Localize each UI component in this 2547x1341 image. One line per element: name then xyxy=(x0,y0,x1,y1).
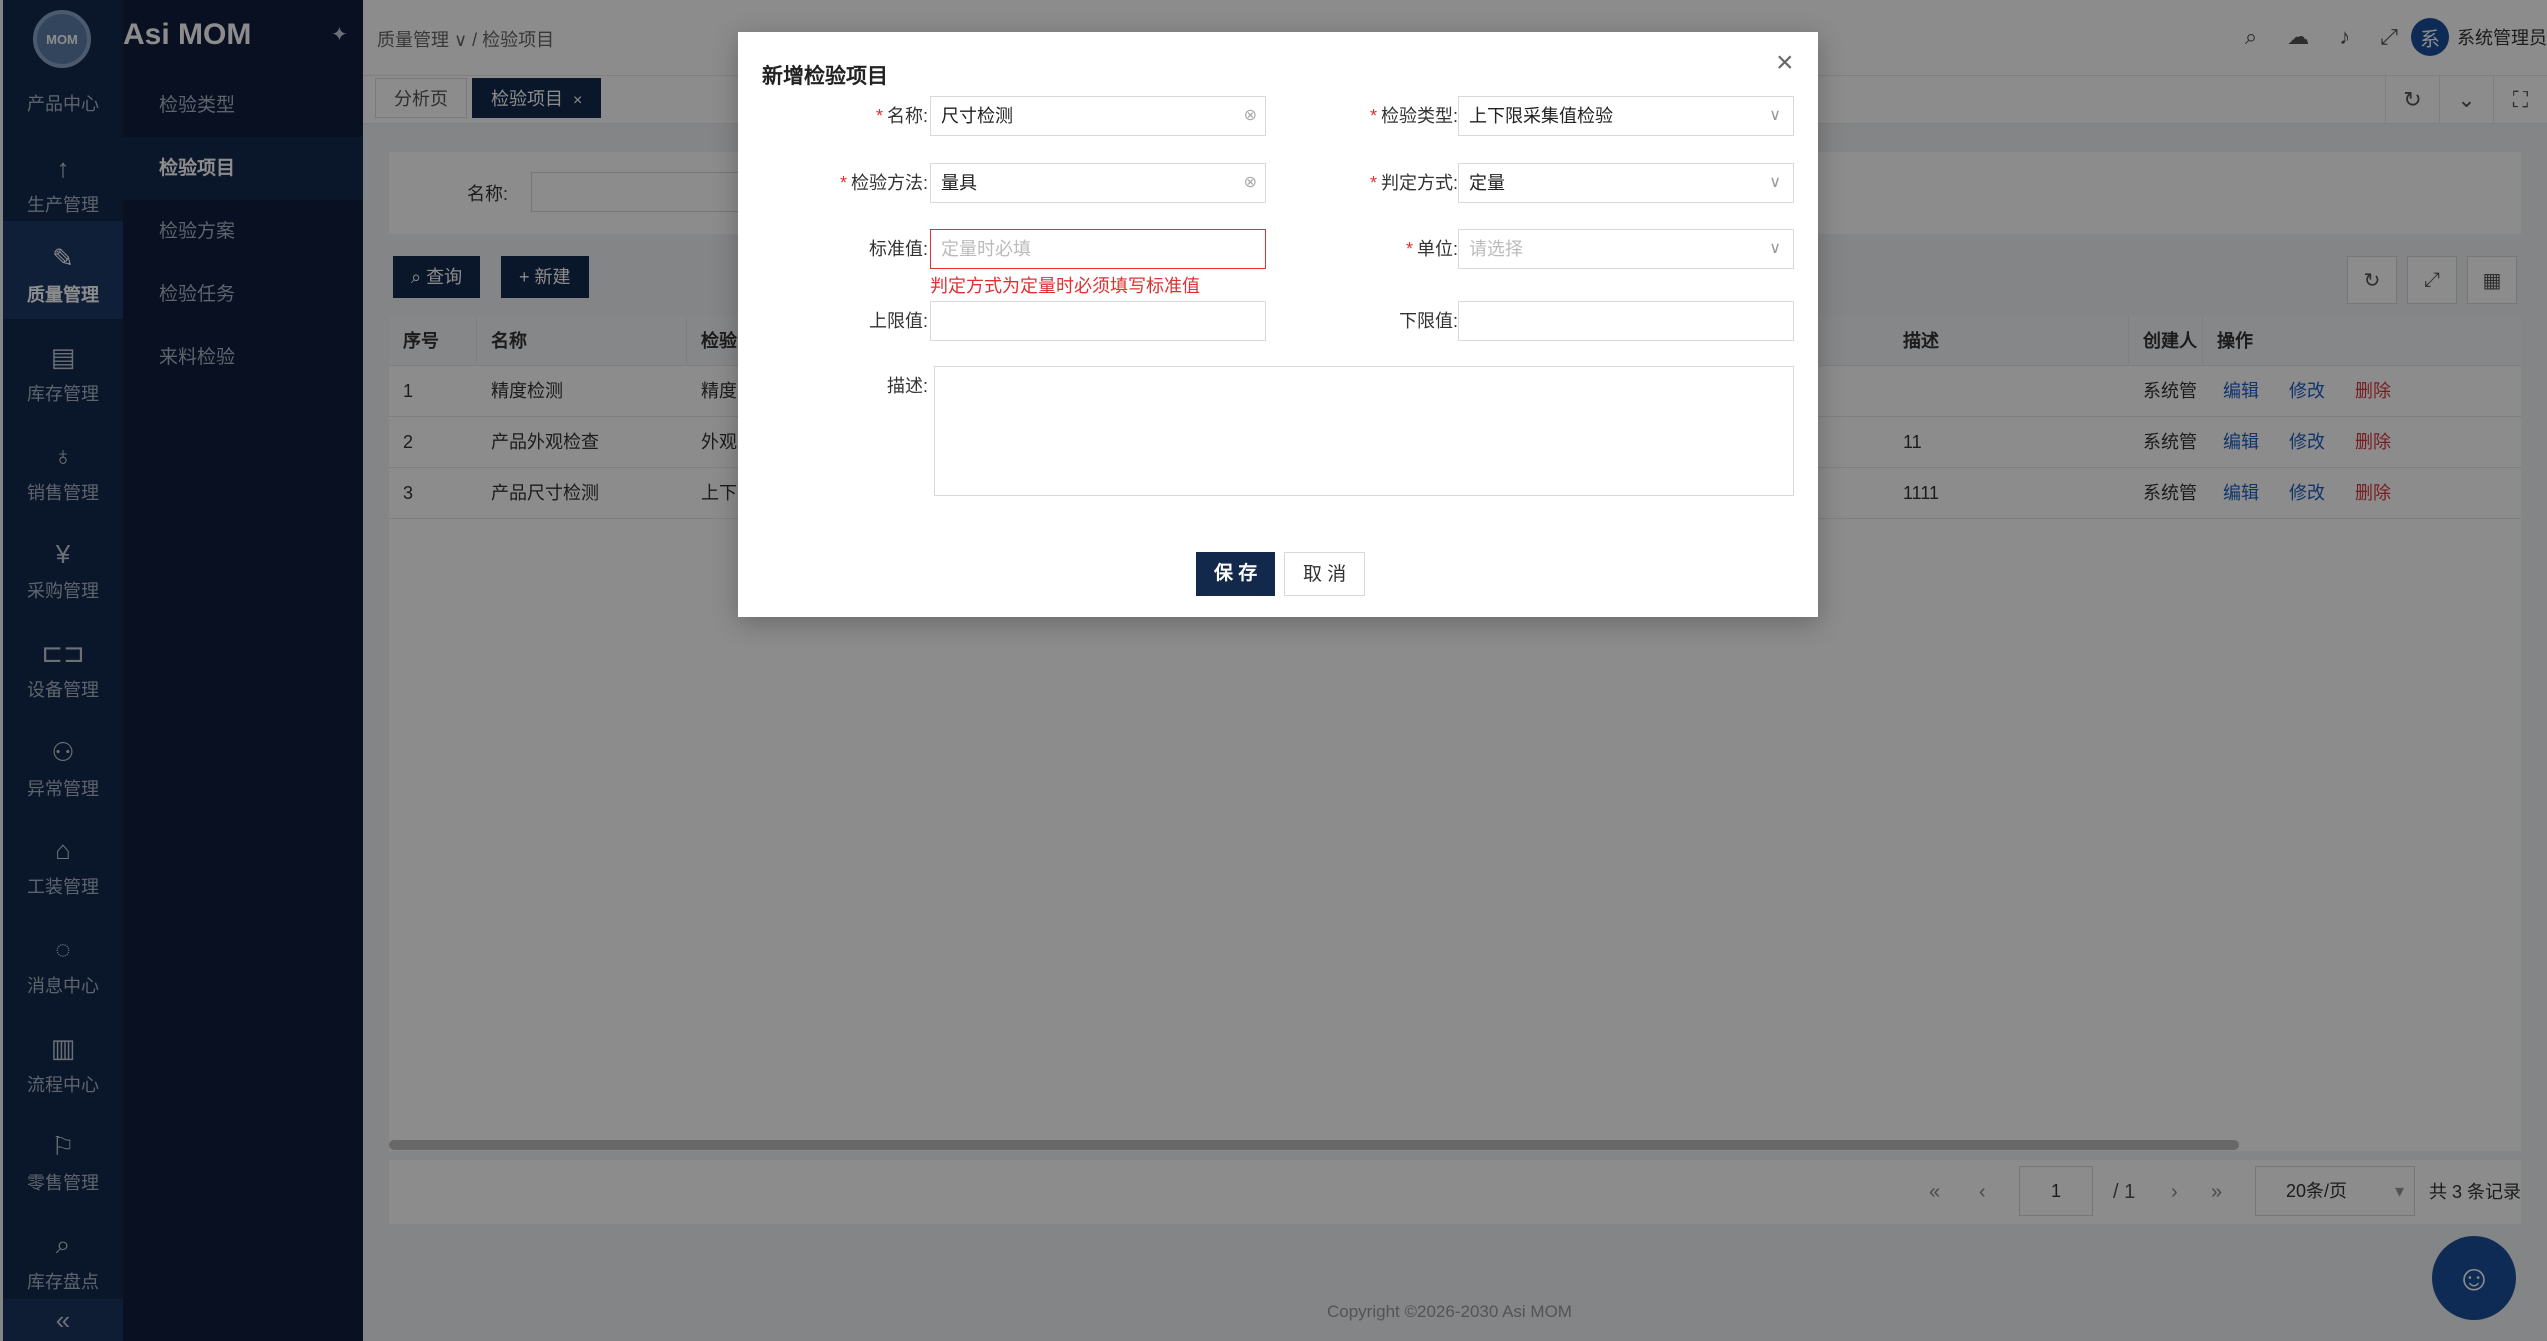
chevron-down-icon: ∨ xyxy=(1769,174,1781,191)
dialog-title: 新增检验项目 xyxy=(762,65,888,88)
save-button[interactable]: 保 存 xyxy=(1196,552,1276,596)
judge-field-label: * 判定方式: xyxy=(1369,173,1458,193)
type-field-label: * 检验类型: xyxy=(1369,106,1458,126)
unit-select[interactable]: 请选择 ∨ xyxy=(1458,229,1794,269)
description-textarea[interactable] xyxy=(934,366,1794,496)
method-input[interactable]: 量具 ⊗ xyxy=(930,163,1266,203)
standard-value-input[interactable]: 定量时必填 xyxy=(930,229,1266,269)
standard-value-error: 判定方式为定量时必须填写标准值 xyxy=(930,276,1200,296)
judge-method-select[interactable]: 定量 ∨ xyxy=(1458,163,1794,203)
description-label: 描述: xyxy=(886,376,928,396)
lower-limit-input[interactable] xyxy=(1458,301,1794,341)
method-field-label: * 检验方法: xyxy=(839,173,928,193)
name-field-label: * 名称: xyxy=(875,106,928,126)
chevron-down-icon: ∨ xyxy=(1769,240,1781,257)
name-input[interactable]: 尺寸检测 ⊗ xyxy=(930,96,1266,136)
clear-icon[interactable]: ⊗ xyxy=(1244,164,1257,202)
new-inspection-item-dialog: 新增检验项目 × * 名称: 尺寸检测 ⊗ * 检验类型: 上下限采集值检验 ∨ * 检验… xyxy=(738,32,1818,617)
standard-field-label: 标准值: xyxy=(868,239,928,259)
clear-icon[interactable]: ⊗ xyxy=(1244,97,1257,135)
upper-limit-input[interactable] xyxy=(930,301,1266,341)
lower-limit-label: 下限值: xyxy=(1398,311,1458,331)
inspection-type-select[interactable]: 上下限采集值检验 ∨ xyxy=(1458,96,1794,136)
close-icon[interactable]: × xyxy=(1776,46,1794,80)
unit-field-label: * 单位: xyxy=(1405,239,1458,259)
cancel-button[interactable]: 取 消 xyxy=(1284,552,1366,596)
chevron-down-icon: ∨ xyxy=(1769,107,1781,124)
upper-limit-label: 上限值: xyxy=(868,311,928,331)
